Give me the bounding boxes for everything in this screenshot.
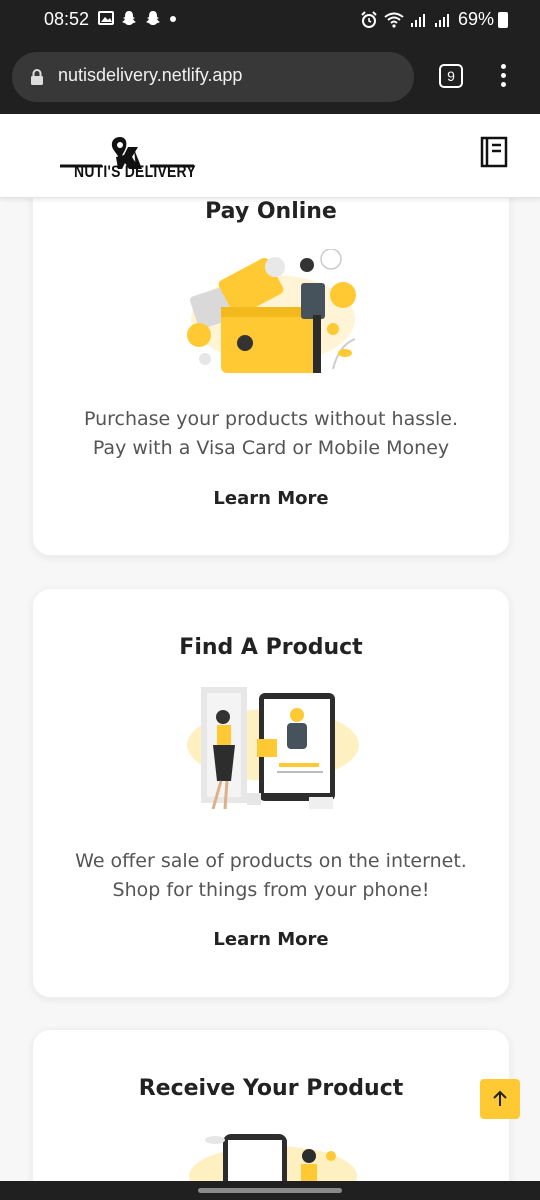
card-title: Find A Product bbox=[179, 635, 363, 660]
card-description: Purchase your products without hassle. P… bbox=[33, 405, 509, 463]
online-shopping-illustration bbox=[187, 687, 359, 810]
gallery-icon bbox=[98, 11, 114, 25]
menu-dot-icon bbox=[500, 64, 506, 69]
lock-icon bbox=[31, 69, 43, 85]
wifi-icon bbox=[384, 12, 404, 28]
card-description-line: We offer sale of products on the interne… bbox=[75, 850, 467, 872]
menu-dot-icon bbox=[500, 82, 506, 87]
browser-menu-button[interactable] bbox=[497, 64, 509, 90]
learn-more-link[interactable]: Learn More bbox=[33, 488, 509, 509]
card-title: Pay Online bbox=[205, 199, 337, 224]
signal-icon bbox=[410, 13, 425, 27]
card-title: Receive Your Product bbox=[138, 1076, 404, 1101]
notification-icons bbox=[98, 9, 178, 27]
dot-icon bbox=[170, 16, 176, 22]
status-bar: 08:52 69% bbox=[0, 0, 540, 40]
status-time: 08:52 bbox=[44, 9, 90, 29]
delivery-illustration bbox=[189, 1134, 357, 1186]
service-card-find-product: Find A Product We offer sale of products… bbox=[32, 588, 510, 998]
battery-icon bbox=[498, 12, 508, 28]
menu-book-icon[interactable] bbox=[480, 136, 508, 168]
battery-percent: 69% bbox=[457, 9, 494, 29]
system-icons: 69% bbox=[360, 9, 494, 30]
service-card-pay-online: Pay Online Purchase your products withou… bbox=[32, 150, 510, 556]
scroll-to-top-button[interactable] bbox=[480, 1079, 520, 1119]
home-indicator[interactable] bbox=[198, 1188, 342, 1193]
menu-dot-icon bbox=[500, 73, 506, 78]
brand-name[interactable]: NUTI'S DELIVERY bbox=[74, 162, 196, 182]
wallet-payment-illustration bbox=[187, 249, 356, 373]
system-navigation-bar bbox=[0, 1181, 540, 1200]
alarm-icon bbox=[361, 10, 377, 28]
snapchat-icon bbox=[146, 11, 160, 25]
address-bar[interactable]: nutisdelivery.netlify.app bbox=[12, 52, 414, 102]
card-description-line: Pay with a Visa Card or Mobile Money bbox=[92, 437, 450, 459]
tabs-button[interactable]: 9 bbox=[439, 64, 463, 88]
url-text[interactable]: nutisdelivery.netlify.app bbox=[58, 65, 242, 86]
card-description: We offer sale of products on the interne… bbox=[33, 847, 509, 905]
snapchat-icon bbox=[122, 11, 136, 25]
arrow-up-icon bbox=[493, 1090, 507, 1106]
signal-icon bbox=[434, 13, 449, 27]
learn-more-link[interactable]: Learn More bbox=[33, 929, 509, 950]
site-header: NUTI'S DELIVERY bbox=[0, 114, 540, 198]
service-card-receive-product: Receive Your Product bbox=[32, 1029, 510, 1200]
card-description-line: Shop for things from your phone! bbox=[112, 879, 430, 901]
browser-toolbar: nutisdelivery.netlify.app 9 bbox=[0, 40, 540, 114]
card-description-line: Purchase your products without hassle. bbox=[83, 408, 459, 430]
